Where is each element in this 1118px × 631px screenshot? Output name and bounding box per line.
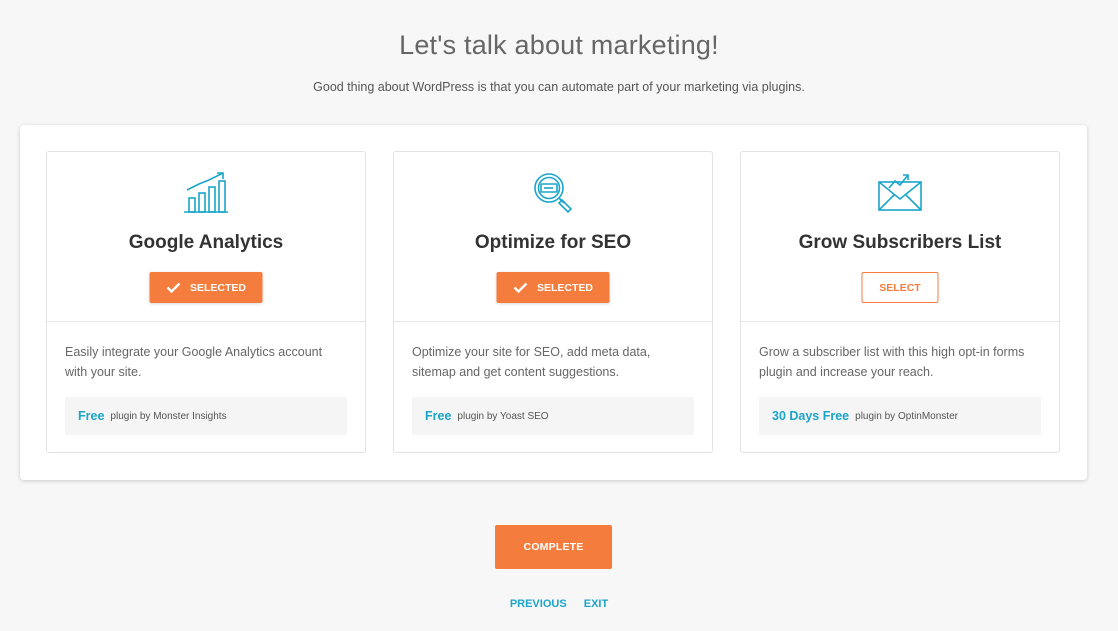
plugin-info: Free plugin by Monster Insights (65, 397, 347, 435)
plugin-by-label: plugin by Yoast SEO (457, 410, 549, 422)
card-header: Google Analytics SELECTED (47, 152, 365, 322)
marketing-step-page: Let's talk about marketing! Good thing a… (0, 0, 1118, 631)
page-title: Let's talk about marketing! (399, 30, 719, 60)
button-label: SELECT (879, 281, 921, 294)
complete-button[interactable]: COMPLETE (495, 525, 612, 569)
plugin-card-google-analytics: Google Analytics SELECTED Easily integra… (46, 151, 366, 453)
card-title: Google Analytics (128, 232, 284, 253)
button-label: SELECTED (190, 281, 247, 294)
card-header: Grow Subscribers List SELECT (741, 152, 1059, 322)
button-label: SELECTED (537, 281, 594, 294)
plugin-info: Free plugin by Yoast SEO (412, 397, 694, 435)
wizard-nav-links: PREVIOUS EXIT (0, 598, 1118, 610)
select-subscribers-button[interactable]: SELECT (861, 272, 939, 303)
previous-link[interactable]: PREVIOUS (510, 598, 567, 610)
plugin-card-subscribers: Grow Subscribers List SELECT Grow a subs… (740, 151, 1060, 453)
page-subtitle: Good thing about WordPress is that you c… (313, 80, 805, 94)
price-label: 30 Days Free (772, 409, 850, 423)
bar-chart-growth-icon (181, 170, 231, 216)
check-icon (513, 282, 527, 294)
card-description: Grow a subscriber list with this high op… (759, 345, 1025, 379)
card-header: Optimize for SEO SELECTED (394, 152, 712, 322)
plugin-info: 30 Days Free plugin by OptinMonster (759, 397, 1041, 435)
select-seo-button[interactable]: SELECTED (496, 272, 610, 303)
envelope-growth-icon (875, 170, 925, 216)
card-title: Optimize for SEO (474, 232, 632, 253)
card-description: Easily integrate your Google Analytics a… (65, 345, 323, 379)
select-google-analytics-button[interactable]: SELECTED (149, 272, 263, 303)
card-title: Grow Subscribers List (798, 232, 1002, 253)
plugin-by-label: plugin by Monster Insights (110, 410, 227, 422)
exit-link[interactable]: EXIT (584, 598, 608, 610)
plugin-by-label: plugin by OptinMonster (855, 410, 958, 422)
seo-magnifier-icon (528, 170, 578, 216)
plugin-options-panel: Google Analytics SELECTED Easily integra… (20, 125, 1087, 480)
plugin-card-seo: Optimize for SEO SELECTED Optimize your … (393, 151, 713, 453)
check-icon (166, 282, 180, 294)
price-label: Free (78, 409, 105, 423)
card-description: Optimize your site for SEO, add meta dat… (412, 345, 651, 379)
price-label: Free (425, 409, 452, 423)
